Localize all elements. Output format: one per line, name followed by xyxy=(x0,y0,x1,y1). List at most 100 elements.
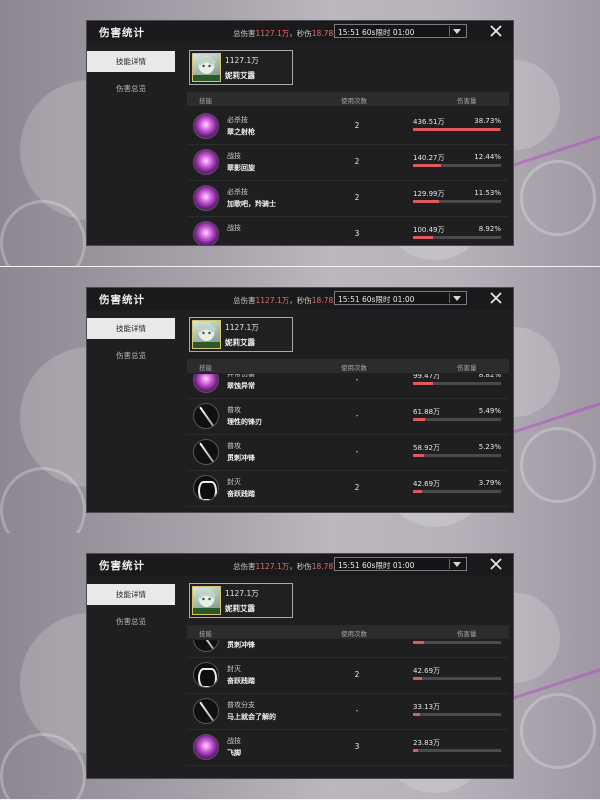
skill-type: 战技 xyxy=(227,737,241,745)
sword-slash-icon xyxy=(193,403,219,429)
table-row[interactable]: 普攻 贯刺冲锋 - 58.92万 5.23% xyxy=(187,434,509,471)
background-ring xyxy=(520,160,596,236)
time-range-dropdown[interactable]: 15:51 60s限时 01:00 xyxy=(334,24,467,38)
dropdown-selected-value: 15:51 60s限时 01:00 xyxy=(338,561,415,570)
damage-percent: 3.79% xyxy=(478,479,501,487)
panel-header: 伤害统计 总伤害1127.1万，秒伤18.78万/s 15:51 60s限时 01:… xyxy=(87,554,513,576)
dropdown-selected-value: 15:51 60s限时 01:00 xyxy=(338,28,415,37)
skill-type: 封灭 xyxy=(227,478,241,486)
skill-name: 奋跃践踏 xyxy=(227,490,255,498)
character-avatar xyxy=(192,53,221,82)
column-skill: 技能 xyxy=(199,97,212,105)
use-count: 2 xyxy=(354,121,360,130)
close-icon[interactable] xyxy=(488,23,504,39)
chevron-down-icon[interactable] xyxy=(453,562,461,567)
column-skill: 技能 xyxy=(199,364,212,372)
table-row[interactable]: 封灭 奋跃践踏 2 42.69万 3.79% xyxy=(187,470,509,507)
sword-slash-icon xyxy=(193,698,219,724)
use-count: - xyxy=(355,706,359,715)
skill-name: 翠之射枪 xyxy=(227,128,255,136)
skill-type: 必杀技 xyxy=(227,188,248,196)
table-row[interactable]: 必杀技 加歌吧，羚骑士 2 129.99万 11.53% xyxy=(187,180,509,217)
damage-value: 42.69万 xyxy=(413,667,441,675)
damage-percent: 8.82% xyxy=(478,374,501,379)
skill-type: 封灭 xyxy=(227,665,241,673)
panel-title: 伤害统计 xyxy=(99,294,145,306)
table-row[interactable]: 贯刺冲锋 - xyxy=(187,640,509,658)
damage-bar-fill xyxy=(413,128,501,131)
column-use-count: 使用次数 xyxy=(341,364,367,372)
close-icon[interactable] xyxy=(488,290,504,306)
damage-bar-fill xyxy=(413,454,425,457)
damage-value: 100.49万 xyxy=(413,226,445,234)
tab-damage-overview[interactable]: 伤害总览 xyxy=(87,611,175,632)
damage-bar xyxy=(413,200,501,203)
background-ring xyxy=(520,693,596,769)
dropdown-selected-value: 15:51 60s限时 01:00 xyxy=(338,295,415,304)
character-level-bar xyxy=(193,608,220,614)
table-row[interactable]: 封灭 奋跃践踏 2 42.69万 xyxy=(187,657,509,694)
use-count: 3 xyxy=(354,229,360,238)
time-range-dropdown[interactable]: 15:51 60s限时 01:00 xyxy=(334,557,467,571)
tab-skill-details[interactable]: 技能详情 xyxy=(87,584,175,605)
tab-damage-overview[interactable]: 伤害总览 xyxy=(87,78,175,99)
purple-burst-icon xyxy=(193,185,219,211)
total-damage-value: 1127.1万 xyxy=(255,29,290,38)
character-avatar xyxy=(192,586,221,615)
skill-type: 战技 xyxy=(227,152,241,160)
damage-percent: 11.53% xyxy=(474,189,501,197)
character-card[interactable]: 1127.1万 妮莉艾露 xyxy=(189,317,293,352)
damage-bar-fill xyxy=(413,382,434,385)
damage-stats-panel: 伤害统计 总伤害1127.1万，秒伤18.78万/s 15:51 60s限时 01:… xyxy=(86,553,514,779)
skill-name: 翠影回旋 xyxy=(227,164,255,172)
tab-skill-details[interactable]: 技能详情 xyxy=(87,51,175,72)
character-avatar xyxy=(192,320,221,349)
close-icon[interactable] xyxy=(488,556,504,572)
damage-value: 140.27万 xyxy=(413,154,445,162)
purple-burst-icon xyxy=(193,221,219,245)
table-row[interactable]: 战技 翠影回旋 2 140.27万 12.44% xyxy=(187,144,509,181)
purple-burst-icon xyxy=(193,734,219,760)
damage-bar xyxy=(413,677,501,680)
character-damage: 1127.1万 xyxy=(225,323,259,332)
damage-percent: 8.92% xyxy=(478,225,501,233)
damage-bar-fill xyxy=(413,713,421,716)
time-range-dropdown[interactable]: 15:51 60s限时 01:00 xyxy=(334,291,467,305)
damage-value: 436.51万 xyxy=(413,118,445,126)
table-row[interactable]: 战技 飞脚 3 23.83万 xyxy=(187,729,509,766)
summary-separator: ， xyxy=(289,296,297,305)
skill-type: 普攻 xyxy=(227,406,241,414)
damage-bar xyxy=(413,490,501,493)
skill-name: 贯刺冲锋 xyxy=(227,641,255,649)
damage-value: 129.99万 xyxy=(413,190,445,198)
skill-name: 飞脚 xyxy=(227,749,241,757)
damage-bar xyxy=(413,164,501,167)
table-row[interactable]: 战技 3 100.49万 8.92% xyxy=(187,216,509,245)
damage-summary: 总伤害1127.1万，秒伤18.78万/s xyxy=(233,561,347,572)
character-card[interactable]: 1127.1万 妮莉艾露 xyxy=(189,583,293,618)
character-card[interactable]: 1127.1万 妮莉艾露 xyxy=(189,50,293,85)
damage-bar xyxy=(413,454,501,457)
table-row[interactable]: 必杀技 翠之射枪 2 436.51万 38.73% xyxy=(187,108,509,145)
skill-damage-list: 异常伤害 翠蚀异常 -99.47万 8.82% 普攻 理性的锋刃 -61.88万 5.49% 普… xyxy=(187,374,509,512)
skill-type: 普攻分支 xyxy=(227,701,255,709)
table-row[interactable]: 异常伤害 翠蚀异常 - 99.47万 8.82% xyxy=(187,374,509,399)
skill-type: 必杀技 xyxy=(227,116,248,124)
tab-skill-details[interactable]: 技能详情 xyxy=(87,318,175,339)
skill-damage-list: 必杀技 翠之射枪 2 436.51万 38.73% 战技 翠影回旋 2 140.27万 12.44… xyxy=(187,107,509,245)
crescent-icon xyxy=(193,475,219,501)
character-level-bar xyxy=(193,75,220,81)
column-damage: 伤害量 xyxy=(457,630,477,638)
total-damage-label: 总伤害 xyxy=(233,562,256,571)
character-name: 妮莉艾露 xyxy=(225,338,255,347)
damage-bar-fill xyxy=(413,641,425,644)
table-header: 技能 使用次数 伤害量 xyxy=(187,92,509,106)
damage-bar xyxy=(413,128,501,131)
tab-damage-overview[interactable]: 伤害总览 xyxy=(87,345,175,366)
table-row[interactable]: 普攻分支 马上就会了解的 - 33.13万 xyxy=(187,693,509,730)
chevron-down-icon[interactable] xyxy=(453,29,461,34)
damage-bar-fill xyxy=(413,200,440,203)
table-row[interactable]: 普攻 理性的锋刃 - 61.88万 5.49% xyxy=(187,398,509,435)
character-name: 妮莉艾露 xyxy=(225,71,255,80)
chevron-down-icon[interactable] xyxy=(453,296,461,301)
